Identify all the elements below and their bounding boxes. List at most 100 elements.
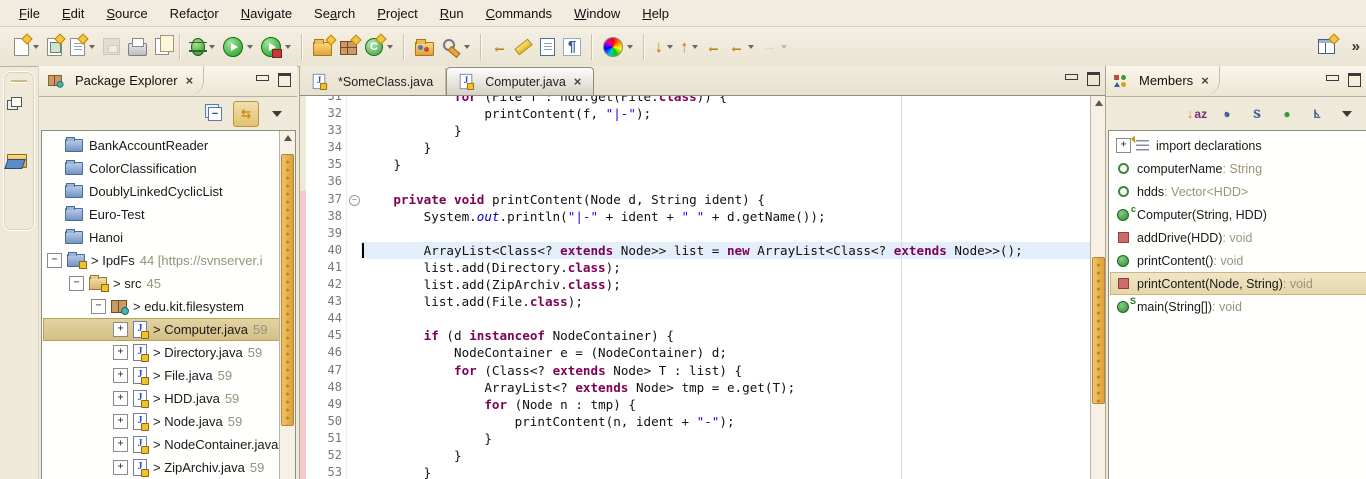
show-source-of-element-button[interactable]: [537, 33, 558, 61]
next-annotation-button[interactable]: ↓: [652, 33, 676, 61]
code-line-34[interactable]: 34 }: [300, 139, 1091, 156]
dropdown-arrow-icon[interactable]: [209, 45, 215, 49]
run-secure-button[interactable]: [258, 33, 294, 61]
folding-column[interactable]: [346, 242, 361, 259]
folding-column[interactable]: [346, 310, 361, 327]
code-text[interactable]: for (Class<? extends Node> T : list) {: [361, 362, 1091, 379]
tree-item-colorclassification[interactable]: ColorClassification: [43, 157, 280, 180]
show-public-only-button[interactable]: ●: [1275, 102, 1299, 126]
tree-item-ipdfs[interactable]: −> IpdFs44 [https://svnserver.i: [43, 249, 280, 272]
scrollbar-thumb[interactable]: [281, 154, 294, 426]
new-java-project-button[interactable]: [310, 33, 335, 61]
folding-column[interactable]: [346, 122, 361, 139]
folding-column[interactable]: [346, 379, 361, 396]
menu-project[interactable]: Project: [368, 3, 426, 24]
tree-item-edu.kit.filesystem[interactable]: −> edu.kit.filesystem: [43, 295, 280, 318]
code-text[interactable]: ArrayList<Class<? extends Node>> list = …: [361, 242, 1091, 259]
code-line-38[interactable]: 38 System.out.println("|-" + ident + " "…: [300, 208, 1091, 225]
dropdown-arrow-icon[interactable]: [285, 45, 291, 49]
mark-occurrences-button[interactable]: [512, 33, 535, 61]
folding-column[interactable]: [346, 447, 361, 464]
member-computerstringhdd[interactable]: cComputer(String, HDD): [1110, 203, 1366, 226]
expand-icon[interactable]: +: [1116, 138, 1131, 153]
folding-column[interactable]: [346, 327, 361, 344]
tree-item-hdd.java[interactable]: +> HDD.java59: [43, 387, 280, 410]
folding-column[interactable]: [346, 105, 361, 122]
folding-column[interactable]: [346, 96, 361, 105]
sort-button[interactable]: az: [1185, 102, 1209, 126]
code-line-45[interactable]: 45 if (d instanceof NodeContainer) {: [300, 327, 1091, 344]
folding-column[interactable]: [346, 139, 361, 156]
view-menu-button[interactable]: [1335, 102, 1359, 126]
editor-tab-someclass.java[interactable]: *SomeClass.java: [300, 68, 446, 95]
maximize-button[interactable]: [1087, 72, 1100, 86]
package-explorer-tab[interactable]: Package Explorer ×: [39, 66, 204, 95]
minimize-button[interactable]: [1065, 74, 1078, 80]
code-line-43[interactable]: 43 list.add(File.class);: [300, 293, 1091, 310]
new-wizard-button[interactable]: [11, 33, 42, 61]
dropdown-arrow-icon[interactable]: [464, 45, 470, 49]
previous-annotation-button[interactable]: ↑: [678, 33, 702, 61]
tree-item-nodecontainer.java[interactable]: +> NodeContainer.java59: [43, 433, 280, 456]
menu-window[interactable]: Window: [565, 3, 629, 24]
tree-item-file.java[interactable]: +> File.java59: [43, 364, 280, 387]
code-text[interactable]: }: [361, 139, 1091, 156]
print-button[interactable]: [125, 33, 150, 61]
tree-item-node.java[interactable]: +> Node.java59: [43, 410, 280, 433]
folding-column[interactable]: [346, 293, 361, 310]
code-text[interactable]: System.out.println("|-" + ident + " " + …: [361, 208, 1091, 225]
scrollbar-thumb[interactable]: [1092, 257, 1105, 404]
menu-source[interactable]: Source: [97, 3, 156, 24]
toolbar-overflow-chevron[interactable]: »: [1352, 38, 1360, 55]
code-text[interactable]: if (d instanceof NodeContainer) {: [361, 327, 1091, 344]
menu-run[interactable]: Run: [431, 3, 473, 24]
maximize-button[interactable]: [278, 73, 291, 87]
member-adddrivehdd[interactable]: addDrive(HDD) : void: [1110, 226, 1366, 249]
minimize-button[interactable]: [1326, 75, 1339, 81]
code-line-32[interactable]: 32 printContent(f, "|-");: [300, 105, 1091, 122]
last-edit-arrow-button[interactable]: ←: [703, 33, 724, 61]
folding-column[interactable]: [346, 259, 361, 276]
code-text[interactable]: list.add(ZipArchiv.class);: [361, 276, 1091, 293]
tree-item-euro-test[interactable]: Euro-Test: [43, 203, 280, 226]
view-menu-button[interactable]: [265, 102, 289, 126]
code-line-48[interactable]: 48 ArrayList<? extends Node> tmp = e.get…: [300, 379, 1091, 396]
member-importdeclarations[interactable]: +import declarations: [1110, 134, 1366, 157]
code-text[interactable]: private void printContent(Node d, String…: [361, 191, 1091, 208]
fold-collapse-icon[interactable]: −: [349, 195, 360, 206]
code-line-39[interactable]: 39: [300, 225, 1091, 242]
code-text[interactable]: }: [361, 122, 1091, 139]
collapse-icon[interactable]: −: [69, 276, 84, 291]
tree-item-bankaccountreader[interactable]: BankAccountReader: [43, 134, 280, 157]
hide-local-types-button[interactable]: L: [1305, 102, 1329, 126]
code-line-40[interactable]: 40 ArrayList<Class<? extends Node>> list…: [300, 242, 1091, 259]
show-whitespace-button[interactable]: ¶: [560, 33, 584, 61]
scroll-up-arrow-icon[interactable]: [280, 131, 295, 145]
code-line-36[interactable]: 36: [300, 173, 1091, 190]
code-text[interactable]: list.add(Directory.class);: [361, 259, 1091, 276]
close-icon[interactable]: ×: [1201, 73, 1209, 88]
menu-commands[interactable]: Commands: [477, 3, 561, 24]
member-mainstring[interactable]: Smain(String[]) : void: [1110, 295, 1366, 318]
code-text[interactable]: }: [361, 430, 1091, 447]
maximize-button[interactable]: [1348, 73, 1361, 87]
hide-static-members-button[interactable]: S: [1245, 102, 1269, 126]
minimize-button[interactable]: [256, 75, 269, 81]
code-text[interactable]: for (File f : hdd.get(File.class)) {: [361, 96, 1091, 105]
member-printcontentnodestring[interactable]: printContent(Node, String) : void: [1110, 272, 1366, 295]
code-line-33[interactable]: 33 }: [300, 122, 1091, 139]
folding-column[interactable]: [346, 430, 361, 447]
folding-column[interactable]: [346, 344, 361, 361]
close-icon[interactable]: ×: [574, 74, 582, 89]
code-line-47[interactable]: 47 for (Class<? extends Node> T : list) …: [300, 362, 1091, 379]
hide-fields-button[interactable]: ●: [1215, 102, 1239, 126]
scroll-up-arrow-icon[interactable]: [1091, 96, 1106, 110]
tree-item-ziparchiv.java[interactable]: +> ZipArchiv.java59: [43, 456, 280, 479]
code-line-50[interactable]: 50 printContent(n, ident + "-");: [300, 413, 1091, 430]
folding-column[interactable]: [346, 225, 361, 242]
code-text[interactable]: for (Node n : tmp) {: [361, 396, 1091, 413]
dropdown-arrow-icon[interactable]: [781, 45, 787, 49]
code-text[interactable]: printContent(f, "|-");: [361, 105, 1091, 122]
open-type-button[interactable]: [412, 33, 437, 61]
tree-item-directory.java[interactable]: +> Directory.java59: [43, 341, 280, 364]
